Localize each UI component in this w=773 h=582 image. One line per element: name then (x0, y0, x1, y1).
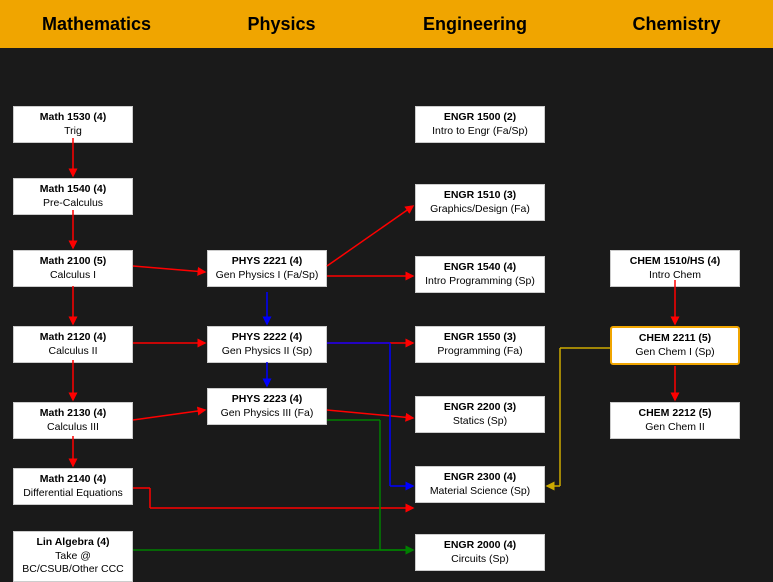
main-diagram: Math 1530 (4) Trig Math 1540 (4) Pre-Cal… (0, 48, 773, 559)
header-chemistry: Chemistry (580, 0, 773, 48)
course-math1530: Math 1530 (4) Trig (13, 106, 133, 143)
course-math2100: Math 2100 (5) Calculus I (13, 250, 133, 287)
course-math2140: Math 2140 (4) Differential Equations (13, 468, 133, 505)
course-phys2221: PHYS 2221 (4) Gen Physics I (Fa/Sp) (207, 250, 327, 287)
course-math2130: Math 2130 (4) Calculus III (13, 402, 133, 439)
course-math1540: Math 1540 (4) Pre-Calculus (13, 178, 133, 215)
header-engineering: Engineering (370, 0, 580, 48)
course-phys2222: PHYS 2222 (4) Gen Physics II (Sp) (207, 326, 327, 363)
header-mathematics: Mathematics (0, 0, 193, 48)
course-engr2200: ENGR 2200 (3) Statics (Sp) (415, 396, 545, 433)
course-math2120: Math 2120 (4) Calculus II (13, 326, 133, 363)
course-engr1500: ENGR 1500 (2) Intro to Engr (Fa/Sp) (415, 106, 545, 143)
course-engr1550: ENGR 1550 (3) Programming (Fa) (415, 326, 545, 363)
course-chem1510: CHEM 1510/HS (4) Intro Chem (610, 250, 740, 287)
course-engr2000: ENGR 2000 (4) Circuits (Sp) (415, 534, 545, 571)
course-engr1540: ENGR 1540 (4) Intro Programming (Sp) (415, 256, 545, 293)
course-engr2300: ENGR 2300 (4) Material Science (Sp) (415, 466, 545, 503)
course-phys2223: PHYS 2223 (4) Gen Physics III (Fa) (207, 388, 327, 425)
header-physics: Physics (193, 0, 370, 48)
course-chem2211: CHEM 2211 (5) Gen Chem I (Sp) (610, 326, 740, 365)
course-engr1510: ENGR 1510 (3) Graphics/Design (Fa) (415, 184, 545, 221)
course-linalgebra: Lin Algebra (4) Take @ BC/CSUB/Other CCC (13, 531, 133, 582)
course-chem2212: CHEM 2212 (5) Gen Chem II (610, 402, 740, 439)
